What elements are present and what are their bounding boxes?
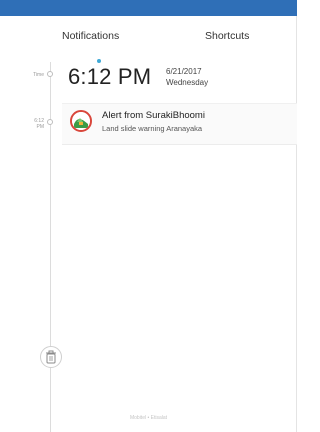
- surakibhoomi-app-icon: [70, 110, 92, 132]
- timeline-notif-ampm: PM: [36, 124, 45, 130]
- timeline-dot: [47, 119, 53, 125]
- trash-icon: [46, 350, 56, 364]
- timeline-dot: [47, 71, 53, 77]
- current-time: 6:12 PM: [68, 64, 152, 89]
- timeline-time-label: Time: [33, 72, 44, 78]
- notification-card[interactable]: Alert from SurakiBhoomi Land slide warni…: [62, 103, 297, 145]
- status-bar: [0, 0, 297, 16]
- tab-shortcuts[interactable]: Shortcuts: [205, 30, 249, 42]
- tab-notifications[interactable]: Notifications: [62, 30, 119, 42]
- edge-divider: [296, 16, 297, 432]
- current-day: Wednesday: [166, 78, 209, 87]
- tab-bar: Notifications Shortcuts: [0, 16, 297, 63]
- carrier-footer: Mobitel • Etisalat: [129, 415, 168, 421]
- trash-button[interactable]: [40, 346, 62, 368]
- timeline-line: [50, 62, 51, 432]
- tab-indicator: [97, 59, 101, 63]
- current-date: 6/21/2017: [166, 67, 202, 76]
- notification-body: Land slide warning Aranayaka: [102, 124, 203, 133]
- notification-title: Alert from SurakiBhoomi: [102, 110, 205, 121]
